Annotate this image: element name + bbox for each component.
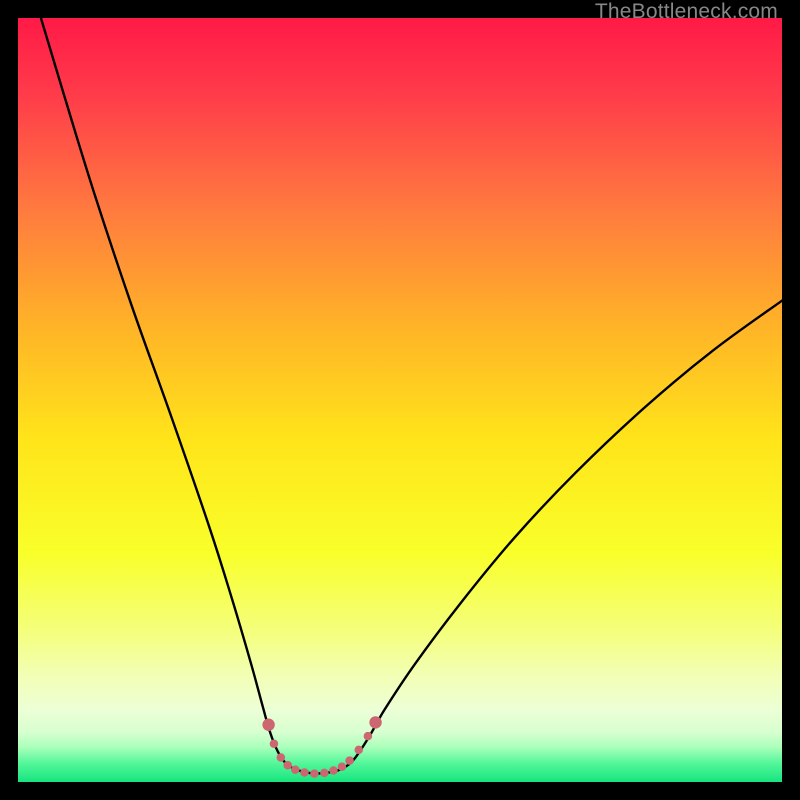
valley-dot xyxy=(300,768,309,777)
valley-dot xyxy=(310,769,319,778)
valley-dot xyxy=(277,753,286,762)
valley-dot xyxy=(354,746,363,755)
valley-dot xyxy=(270,740,279,749)
valley-dot-end xyxy=(369,716,381,728)
valley-dot-end xyxy=(262,719,274,731)
valley-dot xyxy=(320,769,329,778)
chart-curves xyxy=(18,18,782,782)
curve-bottleneck-curve xyxy=(41,18,782,774)
valley-dot xyxy=(283,761,292,770)
valley-dot xyxy=(364,732,373,741)
valley-dot xyxy=(291,766,300,775)
watermark-text: TheBottleneck.com xyxy=(595,0,778,24)
chart-frame: TheBottleneck.com xyxy=(0,0,800,800)
valley-dot xyxy=(338,762,347,771)
valley-dot xyxy=(345,756,354,765)
plot-area xyxy=(18,18,782,782)
valley-dot xyxy=(329,766,338,775)
